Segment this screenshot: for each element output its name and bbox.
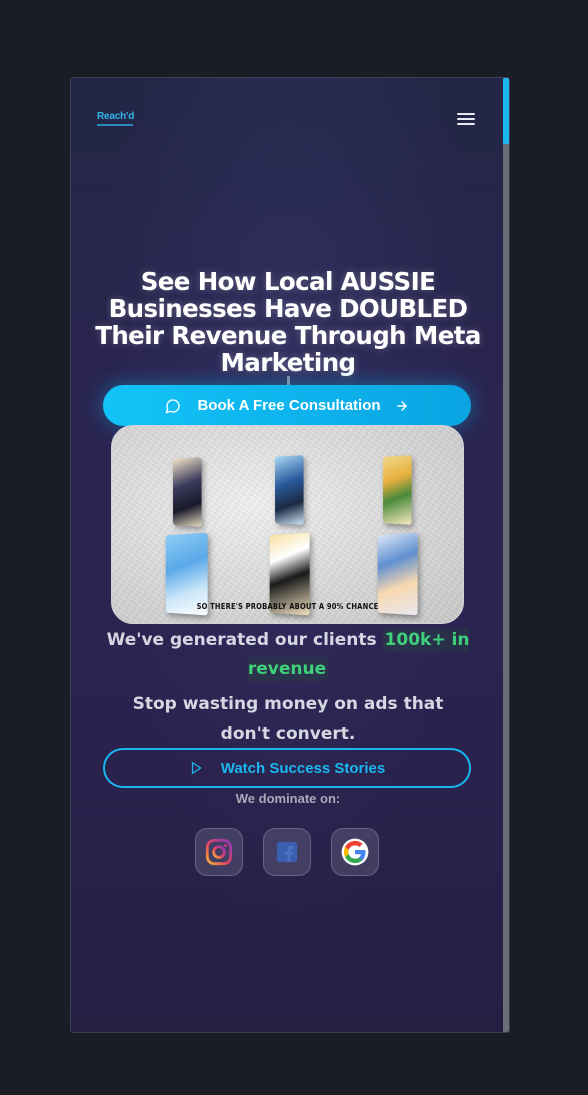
platforms-label: We dominate on: — [235, 791, 341, 806]
success-stories-video[interactable]: SO THERE'S PROBABLY ABOUT A 90% CHANCE — [111, 425, 464, 624]
arrow-right-icon — [396, 400, 407, 411]
scrollbar-thumb[interactable] — [503, 78, 509, 144]
brand-logo[interactable]: Reach'd — [97, 112, 137, 130]
mobile-viewport: Reach'd See How Local AUSSIE Businesses … — [70, 77, 510, 1033]
video-thumbnail — [383, 455, 412, 525]
hamburger-menu-icon[interactable] — [457, 110, 477, 128]
video-caption: SO THERE'S PROBABLY ABOUT A 90% CHANCE — [196, 602, 379, 611]
play-icon — [191, 762, 202, 774]
google-icon — [341, 838, 369, 866]
hero-subline: Stop wasting money on ads that don't con… — [132, 694, 444, 744]
book-consultation-button[interactable]: Book A Free Consultation — [103, 385, 471, 426]
video-thumbnail — [173, 457, 202, 527]
logo-underline — [97, 124, 133, 126]
revenue-stat-prefix: We've generated our clients — [106, 630, 377, 650]
facebook-icon — [276, 841, 298, 863]
hero-headline: See How Local AUSSIE Businesses Have DOU… — [95, 267, 481, 377]
revenue-stat: We've generated our clients 100k+ in rev… — [91, 626, 485, 684]
instagram-icon — [205, 838, 233, 866]
instagram-button[interactable] — [195, 828, 243, 876]
watch-success-stories-label: Watch Success Stories — [220, 759, 386, 777]
google-button[interactable] — [331, 828, 379, 876]
watch-success-stories-button[interactable]: Watch Success Stories — [103, 748, 471, 788]
book-consultation-label: Book A Free Consultation — [197, 397, 381, 414]
scrollbar[interactable] — [503, 78, 509, 1032]
facebook-button[interactable] — [263, 828, 311, 876]
logo-text: Reach'd — [97, 111, 135, 122]
video-thumbnail — [275, 455, 304, 525]
chat-bubble-icon — [166, 398, 181, 413]
